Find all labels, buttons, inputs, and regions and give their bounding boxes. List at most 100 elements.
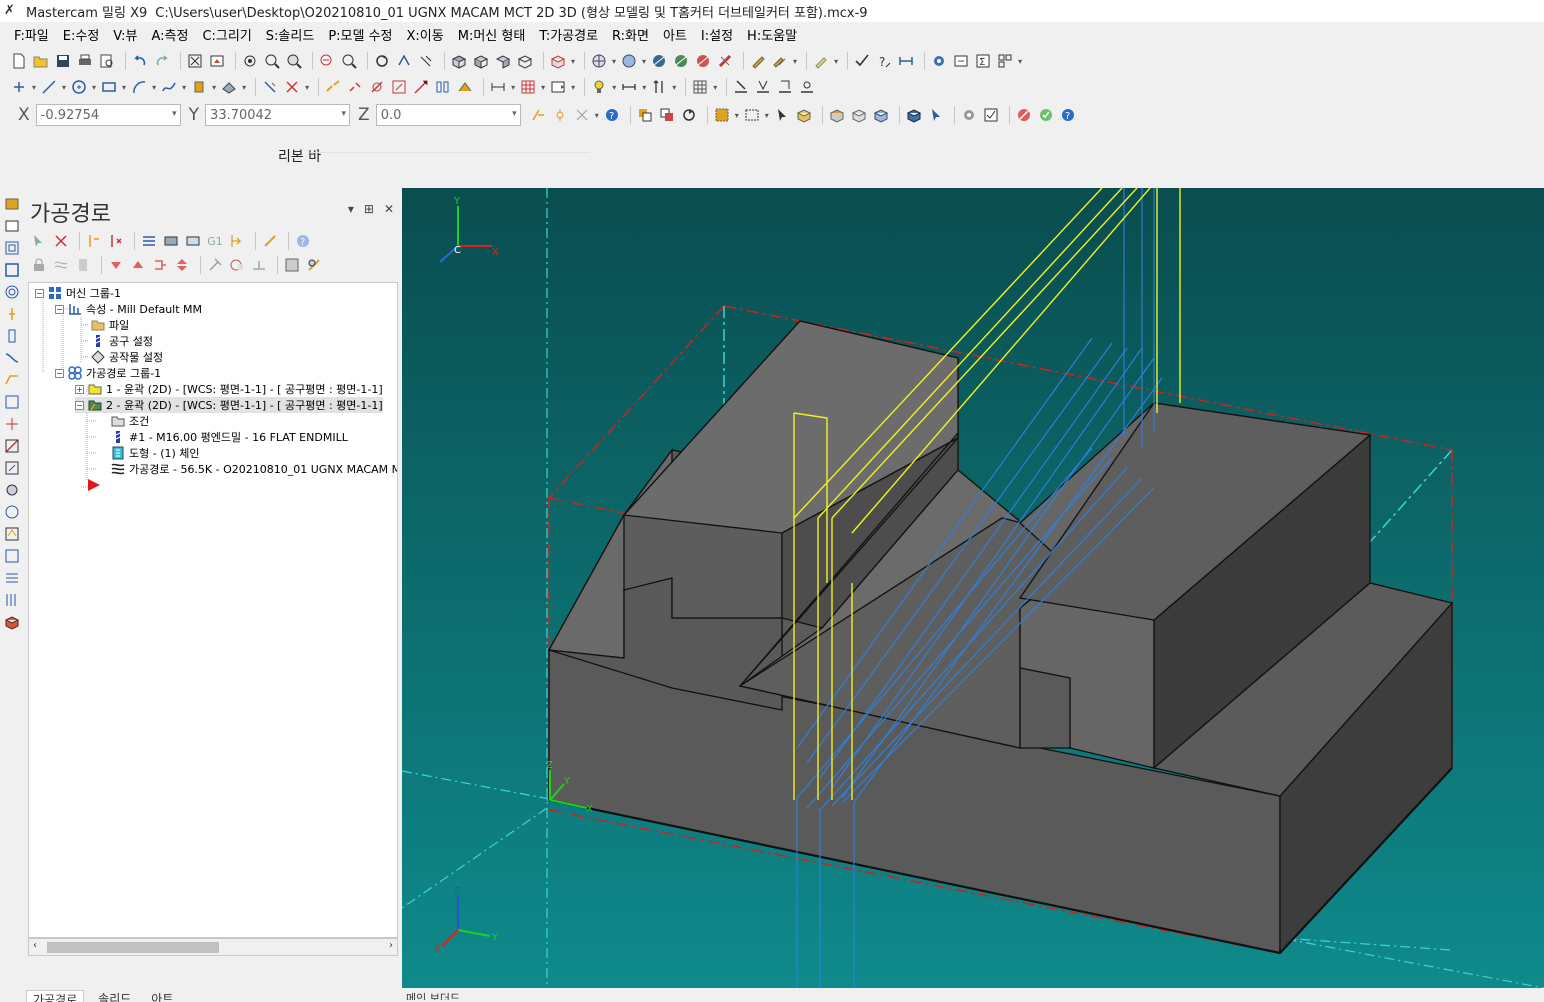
trim-icon[interactable] (261, 78, 279, 96)
xform-stretch-icon[interactable] (456, 78, 474, 96)
bulb-icon[interactable] (590, 78, 608, 96)
snap-off-icon[interactable] (573, 106, 591, 124)
repaint-icon[interactable] (208, 52, 226, 70)
menu-toolpaths[interactable]: T:가공경로 (539, 25, 598, 44)
menu-screen[interactable]: R:화면 (612, 25, 649, 44)
g1-label[interactable]: G1 (206, 232, 224, 250)
toolpath-mgr-icon[interactable] (4, 196, 20, 212)
autocursor-icon[interactable] (529, 106, 547, 124)
slot-mill-icon[interactable] (4, 350, 20, 366)
tree-horizontal-scrollbar[interactable]: ‹ › (28, 938, 398, 956)
circle-mill-icon[interactable] (4, 328, 20, 344)
save-icon[interactable] (54, 52, 72, 70)
settings-screen-icon[interactable] (960, 106, 978, 124)
tree-toolpath[interactable]: 가공경로 - 56.5K - O20210810_01 UGNX MACAM M… (111, 461, 397, 477)
distance-icon[interactable] (897, 52, 915, 70)
display-ops-icon[interactable] (228, 256, 246, 274)
insert-arrow-icon[interactable] (151, 256, 169, 274)
ok-icon[interactable] (1037, 106, 1055, 124)
shade-green-icon[interactable] (672, 52, 690, 70)
check-analyze-icon[interactable] (853, 52, 871, 70)
tree-files[interactable]: 파일 (91, 317, 129, 333)
tree-geometry[interactable]: 도형 - (1) 체인 (111, 445, 200, 461)
undo-icon[interactable] (131, 52, 149, 70)
tab-toolpaths[interactable]: 가공경로 (26, 990, 85, 1002)
tree-operation-2[interactable]: − 2 - 윤곽 (2D) - [WCS: 평면-1-1] - [ 공구평면 :… (75, 397, 383, 413)
tab-solids[interactable]: 솔리드 (92, 990, 137, 1002)
facing-icon[interactable] (4, 284, 20, 300)
move-down-icon[interactable] (107, 256, 125, 274)
zoom-target-icon[interactable] (241, 52, 259, 70)
print-preview-icon[interactable] (98, 52, 116, 70)
menu-art[interactable]: 아트 (663, 25, 687, 44)
stop-icon[interactable] (1015, 106, 1033, 124)
z-coordinate-input[interactable]: 0.0 ▾ (375, 104, 521, 126)
engrave-icon[interactable] (4, 416, 20, 432)
viewport-sheet-tab[interactable]: 메인 보더드 (406, 990, 460, 1000)
view-front-icon[interactable] (472, 52, 490, 70)
tool-manager-icon[interactable] (283, 256, 301, 274)
verify-1-icon[interactable] (732, 78, 750, 96)
pocket-icon[interactable] (4, 240, 20, 256)
coord-help-icon[interactable]: ? (603, 106, 621, 124)
tree-operation-1[interactable]: + 1 - 윤곽 (2D) - [WCS: 평면-1-1] - [ 공구평면 :… (75, 381, 383, 397)
select-cycle-icon[interactable] (680, 106, 698, 124)
surface-finish-icon[interactable] (4, 460, 20, 476)
view-right-icon[interactable] (494, 52, 512, 70)
collapse-icon[interactable]: − (55, 304, 64, 314)
view-top-icon[interactable] (450, 52, 468, 70)
expand-ops-icon[interactable] (250, 256, 268, 274)
tree-insert-arrow[interactable] (87, 477, 105, 493)
drill-icon[interactable] (4, 306, 20, 322)
select-all-ops-icon[interactable] (30, 232, 48, 250)
gear-icon[interactable] (930, 52, 948, 70)
toggle-post-icon[interactable] (74, 256, 92, 274)
verify-pointer-icon[interactable] (927, 106, 945, 124)
menu-view[interactable]: V:뷰 (113, 25, 137, 44)
solid-history-icon[interactable] (905, 106, 923, 124)
pointer-icon[interactable] (773, 106, 791, 124)
redo-icon[interactable] (153, 52, 171, 70)
body-select-icon[interactable] (872, 106, 890, 124)
scroll-ops-icon[interactable] (173, 256, 191, 274)
menu-model-prep[interactable]: P:모델 수정 (328, 25, 392, 44)
lock-icon[interactable] (30, 256, 48, 274)
tree-properties[interactable]: − 속성 - Mill Default MM (55, 301, 202, 317)
shade-red-icon[interactable] (694, 52, 712, 70)
regen-all-icon[interactable] (85, 232, 103, 250)
expand-icon[interactable]: + (75, 384, 84, 394)
tool-icon[interactable] (4, 504, 20, 520)
chamfer-icon[interactable] (4, 372, 20, 388)
measure-h-icon[interactable] (620, 78, 638, 96)
menu-help[interactable]: H:도움말 (747, 25, 797, 44)
move-up-icon[interactable] (129, 256, 147, 274)
solid-select-icon[interactable] (795, 106, 813, 124)
fast-point-icon[interactable] (551, 106, 569, 124)
tree-tool[interactable]: #1 - M16.00 평엔드밀 - 16 FLAT ENDMILL (111, 429, 348, 445)
select-similar-icon[interactable] (206, 256, 224, 274)
pan-icon[interactable] (417, 52, 435, 70)
print-icon[interactable] (76, 52, 94, 70)
verify-ops-icon[interactable] (162, 232, 180, 250)
graphics-viewport[interactable]: Y X C Z Y X Z Y X (402, 188, 1544, 988)
window-select-icon[interactable] (743, 106, 761, 124)
collapse-icon[interactable]: − (55, 368, 64, 378)
select-chain-icon[interactable] (636, 106, 654, 124)
scroll-left-icon[interactable]: ‹ (33, 940, 37, 951)
xform-rotate-icon[interactable] (368, 78, 386, 96)
select-box-icon[interactable] (713, 106, 731, 124)
cylinder-icon[interactable] (190, 78, 208, 96)
scrollbar-thumb[interactable] (47, 942, 219, 953)
wire-icon[interactable] (4, 592, 20, 608)
pin-icon[interactable]: ⊞ (364, 202, 374, 216)
menu-analyze[interactable]: A:측정 (151, 25, 188, 44)
verify-4-icon[interactable] (798, 78, 816, 96)
stock-icon[interactable] (4, 526, 20, 542)
dimension-icon[interactable] (489, 78, 507, 96)
x-coordinate-input[interactable]: -0.92754 ▾ (35, 104, 181, 126)
post-icon[interactable] (228, 232, 246, 250)
globe-icon[interactable] (590, 52, 608, 70)
close-icon[interactable]: ✕ (384, 202, 394, 216)
backplot-ops-icon[interactable] (140, 232, 158, 250)
select-group-icon[interactable] (658, 106, 676, 124)
